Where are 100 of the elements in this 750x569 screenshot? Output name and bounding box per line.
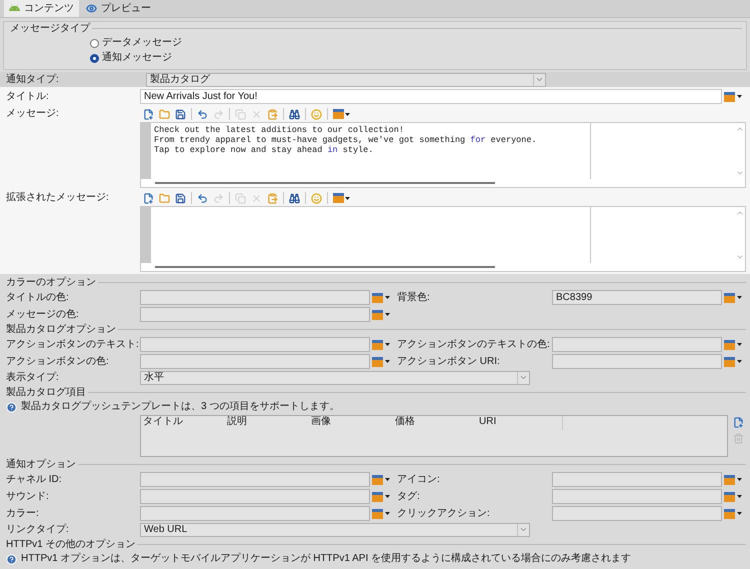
radio-button[interactable] [90, 54, 99, 62]
save-button[interactable] [175, 108, 186, 120]
code-line: Check out the latest additions to our collection! [154, 125, 405, 135]
save-button[interactable] [175, 192, 186, 204]
code-line: From trendy apparel to must-have gadgets, we've got something for everyone. [154, 135, 538, 145]
swatch-icon [372, 356, 383, 366]
text-field[interactable] [552, 337, 722, 352]
scroll-down-icon [736, 253, 744, 261]
section-heading: 製品カタログオプション [6, 324, 116, 336]
radio-button[interactable] [90, 38, 99, 48]
smiley-button[interactable] [311, 192, 322, 204]
swatch-icon [372, 474, 383, 484]
swatch-icon [372, 508, 383, 518]
caret-icon [385, 296, 390, 299]
paste-button[interactable] [267, 108, 278, 120]
text-field[interactable] [140, 337, 370, 352]
text-field[interactable]: BC8399 [552, 290, 722, 305]
paste-button[interactable] [267, 192, 278, 204]
copy-icon [235, 192, 246, 204]
column-header[interactable]: 説明 [225, 416, 309, 430]
text-field[interactable] [140, 354, 370, 369]
cut-icon [251, 108, 262, 120]
caret-icon [737, 95, 742, 98]
code-line: Tap to explore now and stay ahead in style. [154, 145, 374, 155]
caret-icon [385, 360, 390, 363]
text-field[interactable] [552, 354, 722, 369]
chevron-icon [535, 75, 544, 84]
swatch-icon [724, 292, 735, 302]
column-header[interactable]: URI [477, 416, 563, 430]
undo-button[interactable] [197, 108, 208, 120]
field-label: 背景色: [396, 292, 431, 304]
radio-option[interactable]: 通知メッセージ [90, 52, 746, 64]
field-label: 拡張されたメッセージ: [6, 190, 110, 205]
trash-icon[interactable] [732, 433, 744, 444]
panel-icon [333, 109, 344, 119]
field-label: タイトル: [6, 90, 50, 102]
scroll-up-icon [736, 125, 744, 133]
add-item-icon[interactable] [732, 417, 744, 428]
field-label: タイトルの色: [6, 292, 70, 304]
field-label: メッセージ: [6, 107, 60, 121]
redo-icon [213, 108, 224, 120]
smiley-button[interactable] [311, 108, 322, 120]
panel-menu-button[interactable] [333, 192, 350, 204]
swatch-icon [724, 356, 735, 366]
paste-icon [267, 192, 278, 204]
binoculars-button[interactable] [289, 192, 300, 204]
tab[interactable]: コンテンツ [4, 0, 79, 17]
text-field[interactable] [552, 506, 722, 521]
undo-button[interactable] [197, 192, 208, 204]
new-file-button[interactable] [143, 108, 154, 120]
text-field[interactable] [140, 506, 370, 521]
folder-icon [159, 108, 170, 120]
swatch-icon [724, 474, 735, 484]
binoculars-button[interactable] [289, 108, 300, 120]
folder-icon [159, 192, 170, 204]
android-icon [9, 3, 20, 14]
dropdown-field[interactable]: 水平 [140, 370, 530, 384]
text-field[interactable] [552, 489, 722, 504]
caret-icon [737, 296, 742, 299]
text-field[interactable]: New Arrivals Just for You! [140, 89, 722, 104]
editor-pane[interactable]: Check out the latest additions to our collection! From trendy apparel to must-have gadgets, we've got something for everyone. Tap to explore now and stay ahead in style. [151, 123, 591, 179]
column-header[interactable]: 画像 [309, 416, 393, 430]
caret-icon [385, 343, 390, 346]
horizontal-scrollbar[interactable] [155, 182, 495, 184]
caret-icon [385, 478, 390, 481]
column-header[interactable]: 価格 [393, 416, 477, 430]
panel-menu-button[interactable] [333, 108, 350, 120]
column-header[interactable]: タイトル [141, 416, 225, 430]
text-field[interactable] [140, 290, 370, 305]
swatch-icon [372, 310, 383, 320]
code-editor[interactable]: Check out the latest additions to our collection! From trendy apparel to must-have gadgets, we've got something for everyone. Tap to explore now and stay ahead in style. [140, 122, 746, 188]
swatch-icon [372, 340, 383, 350]
folder-button[interactable] [159, 192, 170, 204]
text-field[interactable] [140, 307, 370, 322]
field-label: アクションボタンのテキストの色: [396, 338, 551, 350]
radio-option[interactable]: データメッセージ [90, 37, 746, 49]
folder-button[interactable] [159, 108, 170, 120]
caret-icon [737, 512, 742, 515]
field-label: アイコン: [396, 474, 441, 486]
swatch-icon [372, 292, 383, 302]
section-heading: メッセージタイプ [10, 22, 90, 34]
scroll-down-icon [736, 169, 744, 177]
new-file-icon [143, 192, 154, 204]
dropdown-field[interactable]: 製品カタログ [146, 72, 546, 86]
binoculars-icon [289, 192, 300, 204]
field-label: 表示タイプ: [6, 372, 60, 384]
field-label: アクションボタンの色: [6, 356, 110, 368]
text-field[interactable] [552, 472, 722, 487]
eye-icon [86, 3, 97, 14]
new-file-button[interactable] [143, 192, 154, 204]
dropdown-field[interactable]: Web URL [140, 522, 530, 536]
text-field[interactable] [140, 472, 370, 487]
horizontal-scrollbar[interactable] [155, 266, 495, 268]
swatch-icon [724, 492, 735, 502]
caret-icon [737, 343, 742, 346]
swatch-icon [724, 508, 735, 518]
text-field[interactable] [140, 489, 370, 504]
caret-icon [345, 112, 350, 116]
editor-gutter [141, 207, 151, 263]
field-label: サウンド: [6, 490, 50, 502]
